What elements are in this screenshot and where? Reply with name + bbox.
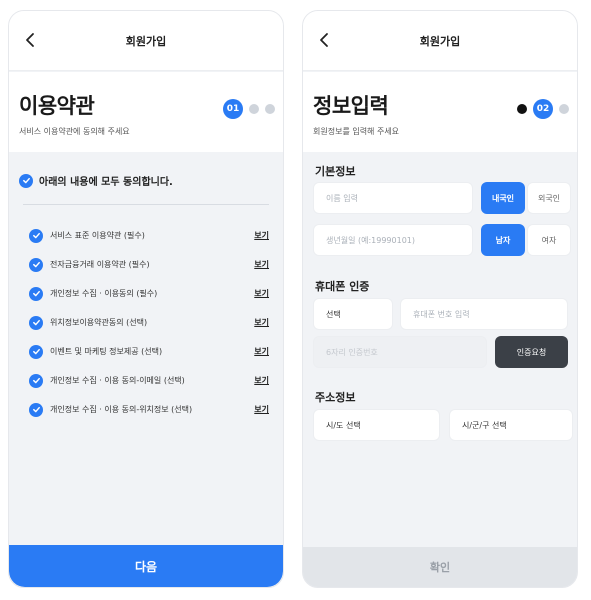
- divider: [23, 204, 269, 205]
- header-title: 회원가입: [419, 35, 461, 48]
- gender-female-toggle[interactable]: 여자: [527, 224, 571, 256]
- request-verification-button[interactable]: 인증요청: [495, 336, 568, 368]
- step-dot: [559, 104, 569, 114]
- term-label: 위치정보이용약관동의 (선택): [50, 318, 148, 327]
- term-label: 개인정보 수집 · 이용동의 (필수): [50, 289, 158, 298]
- term-view-link[interactable]: 보기: [254, 404, 269, 415]
- confirm-button[interactable]: 확인: [303, 547, 577, 587]
- step-dot: [249, 104, 259, 114]
- step-dot: [265, 104, 275, 114]
- term-view-link[interactable]: 보기: [254, 317, 269, 328]
- title-area: 이용약관 서비스 이용약관에 동의해 주세요 01: [9, 72, 283, 152]
- info-screen: 회원가입 정보입력 회원정보를 입력해 주세요 02 기본정보 이름 입력 내국…: [302, 10, 578, 588]
- term-item[interactable]: 개인정보 수집 · 이용 동의-위치정보 (선택) 보기: [29, 395, 269, 424]
- agree-all-label: 아래의 내용에 모두 동의합니다.: [39, 177, 173, 188]
- step-indicator: 01: [223, 99, 275, 119]
- check-circle-icon: [29, 315, 43, 330]
- name-input[interactable]: 이름 입력: [313, 182, 473, 214]
- page-title: 정보입력: [313, 94, 389, 118]
- term-label: 전자금융거래 이용약관 (필수): [50, 260, 150, 269]
- city-select[interactable]: 시/군/구 선택: [449, 409, 573, 441]
- term-item[interactable]: 서비스 표준 이용약관 (필수) 보기: [29, 221, 269, 250]
- header: 회원가입: [9, 11, 283, 71]
- term-view-link[interactable]: 보기: [254, 259, 269, 270]
- birthdate-input[interactable]: 생년월일 (예:19990101): [313, 224, 473, 256]
- terms-screen: 회원가입 이용약관 서비스 이용약관에 동의해 주세요 01 아래의 내용에 모…: [8, 10, 284, 588]
- phone-number-input[interactable]: 휴대폰 번호 입력: [400, 298, 568, 330]
- page-subtitle: 서비스 이용약관에 동의해 주세요: [19, 127, 130, 136]
- check-circle-icon: [29, 402, 43, 417]
- section-address: 주소정보: [315, 391, 356, 404]
- term-item[interactable]: 위치정보이용약관동의 (선택) 보기: [29, 308, 269, 337]
- province-select[interactable]: 시/도 선택: [313, 409, 440, 441]
- term-label: 이벤트 및 마케팅 정보제공 (선택): [50, 347, 163, 356]
- check-circle-icon: [29, 228, 43, 243]
- gender-male-toggle[interactable]: 남자: [481, 224, 525, 256]
- term-view-link[interactable]: 보기: [254, 288, 269, 299]
- step-current: 02: [533, 99, 553, 119]
- term-item[interactable]: 전자금융거래 이용약관 (필수) 보기: [29, 250, 269, 279]
- check-circle-icon: [29, 286, 43, 301]
- terms-list: 서비스 표준 이용약관 (필수) 보기 전자금융거래 이용약관 (필수) 보기 개인정보…: [29, 221, 269, 424]
- term-item[interactable]: 개인정보 수집 · 이용 동의-이메일 (선택) 보기: [29, 366, 269, 395]
- next-button[interactable]: 다음: [9, 545, 283, 587]
- term-item[interactable]: 개인정보 수집 · 이용동의 (필수) 보기: [29, 279, 269, 308]
- section-phone-auth: 휴대폰 인증: [315, 280, 370, 293]
- header: 회원가입: [303, 11, 577, 71]
- verification-code-input[interactable]: 6자리 인증번호: [313, 336, 487, 368]
- nationality-foreign-toggle[interactable]: 외국인: [527, 182, 571, 214]
- page-subtitle: 회원정보를 입력해 주세요: [313, 127, 400, 136]
- term-label: 서비스 표준 이용약관 (필수): [50, 231, 145, 240]
- step-dot: [517, 104, 527, 114]
- term-item[interactable]: 이벤트 및 마케팅 정보제공 (선택) 보기: [29, 337, 269, 366]
- header-title: 회원가입: [125, 35, 167, 48]
- page-title: 이용약관: [19, 94, 95, 118]
- check-circle-icon: [19, 173, 33, 188]
- agree-all-checkbox[interactable]: 아래의 내용에 모두 동의합니다.: [19, 173, 173, 188]
- term-view-link[interactable]: 보기: [254, 230, 269, 241]
- step-current: 01: [223, 99, 243, 119]
- term-view-link[interactable]: 보기: [254, 346, 269, 357]
- step-indicator: 02: [517, 99, 569, 119]
- title-area: 정보입력 회원정보를 입력해 주세요 02: [303, 72, 577, 152]
- term-label: 개인정보 수집 · 이용 동의-이메일 (선택): [50, 376, 185, 385]
- check-circle-icon: [29, 373, 43, 388]
- carrier-select[interactable]: 선택: [313, 298, 393, 330]
- check-circle-icon: [29, 257, 43, 272]
- check-circle-icon: [29, 344, 43, 359]
- section-basic-info: 기본정보: [315, 165, 356, 178]
- term-view-link[interactable]: 보기: [254, 375, 269, 386]
- nationality-domestic-toggle[interactable]: 내국인: [481, 182, 525, 214]
- term-label: 개인정보 수집 · 이용 동의-위치정보 (선택): [50, 405, 193, 414]
